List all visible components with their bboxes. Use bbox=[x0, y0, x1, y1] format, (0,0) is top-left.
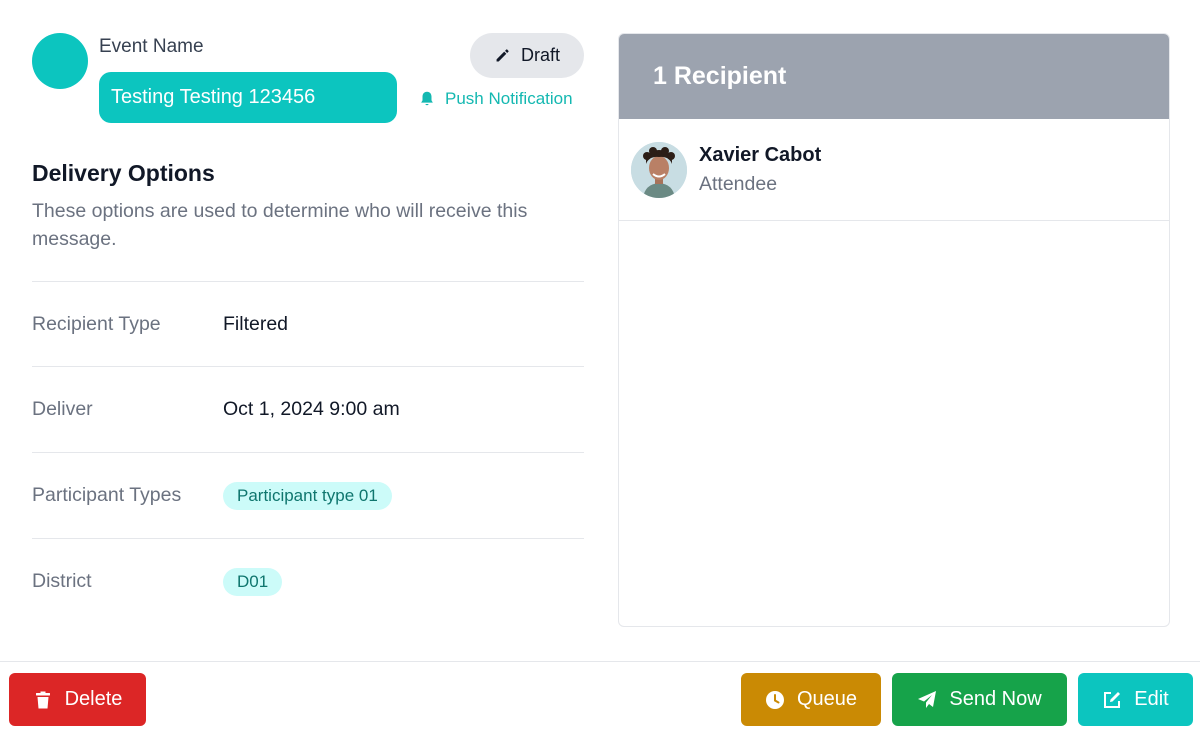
draft-status-label: Draft bbox=[520, 45, 560, 65]
recipient-name: Xavier Cabot bbox=[699, 143, 822, 166]
paper-plane-icon bbox=[918, 690, 937, 708]
option-label: Participant Types bbox=[32, 484, 182, 506]
delete-button[interactable]: Delete bbox=[9, 673, 146, 726]
edit-icon bbox=[1104, 691, 1121, 708]
option-value: Filtered bbox=[223, 313, 289, 335]
queue-button[interactable]: Queue bbox=[741, 673, 881, 726]
trash-icon bbox=[35, 691, 50, 708]
delivery-options-description: These options are used to determine who … bbox=[32, 200, 528, 250]
delivery-options-title: Delivery Options bbox=[32, 160, 215, 186]
participant-type-badge: Participant type 01 bbox=[223, 481, 392, 510]
send-now-button[interactable]: Send Now bbox=[892, 673, 1067, 726]
clock-icon bbox=[765, 690, 784, 709]
event-name-value: Testing Testing 123456 bbox=[99, 72, 397, 123]
channel-label: Push Notification bbox=[445, 89, 573, 108]
recipients-count-header: 1 Recipient bbox=[619, 34, 1169, 119]
recipient-list-item[interactable]: Xavier Cabot Attendee bbox=[619, 119, 1169, 221]
channel-indicator: Push Notification bbox=[418, 89, 573, 109]
avatar bbox=[631, 141, 687, 198]
queue-button-label: Queue bbox=[796, 688, 858, 710]
option-row-participant-types: Participant Types Participant type 01 bbox=[32, 452, 584, 538]
option-label: Recipient Type bbox=[32, 313, 161, 335]
recipient-role: Attendee bbox=[699, 172, 778, 195]
option-label: Deliver bbox=[32, 398, 93, 420]
delete-button-label: Delete bbox=[64, 688, 123, 710]
option-row-district: District D01 bbox=[32, 538, 584, 624]
option-value-container: D01 bbox=[223, 567, 283, 596]
message-detail: Event Name Testing Testing 123456 Draft … bbox=[0, 0, 1200, 735]
recipients-panel: 1 Recipient Xavier Cabot Attendee bbox=[618, 33, 1170, 627]
event-name-label: Event Name bbox=[99, 36, 204, 57]
draft-status-button[interactable]: Draft bbox=[470, 33, 584, 78]
district-badge: D01 bbox=[223, 567, 283, 596]
send-now-button-label: Send Now bbox=[949, 688, 1042, 710]
edit-button-label: Edit bbox=[1134, 688, 1169, 710]
option-value-container: Participant type 01 bbox=[223, 481, 392, 510]
edit-button[interactable]: Edit bbox=[1078, 673, 1193, 726]
action-footer: Delete Queue Send Now Edit bbox=[0, 661, 1200, 735]
bell-icon bbox=[421, 91, 433, 106]
pencil-icon bbox=[496, 49, 509, 62]
option-label: District bbox=[32, 570, 92, 592]
event-avatar bbox=[32, 33, 88, 89]
person-avatar-image bbox=[631, 141, 687, 198]
option-row-recipient-type: Recipient Type Filtered bbox=[32, 281, 584, 367]
option-value: Oct 1, 2024 9:00 am bbox=[223, 398, 400, 420]
option-row-deliver: Deliver Oct 1, 2024 9:00 am bbox=[32, 366, 584, 452]
recipient-info: Xavier Cabot Attendee bbox=[699, 144, 821, 196]
